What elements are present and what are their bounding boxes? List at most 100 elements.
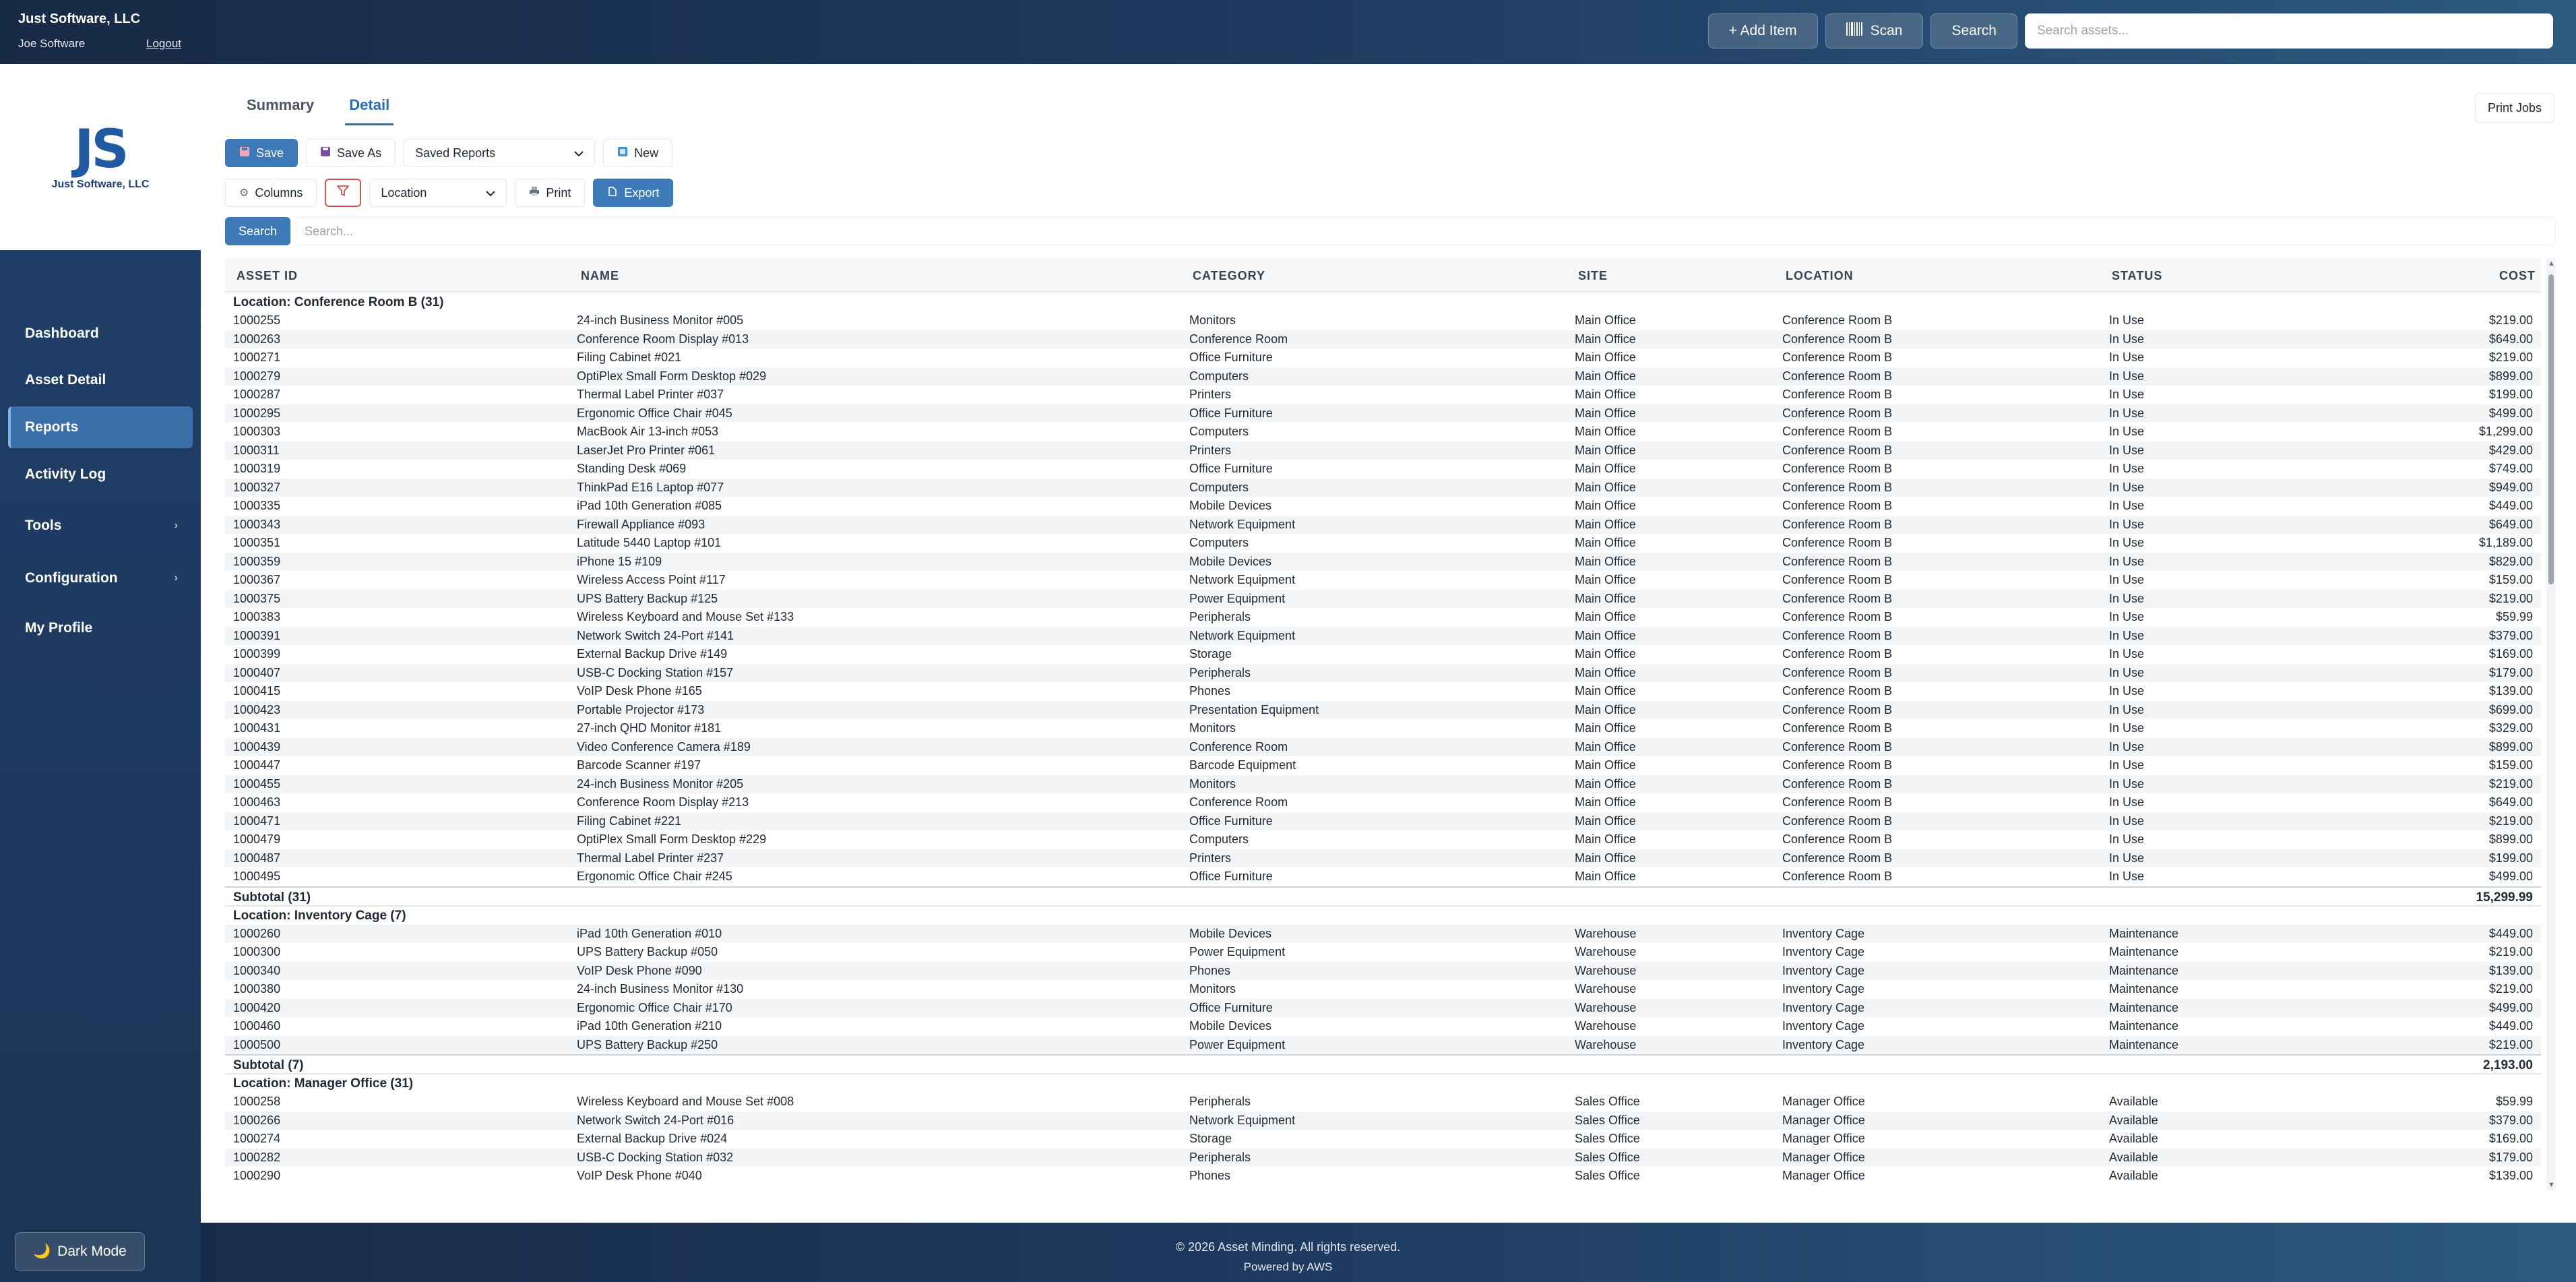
table-row[interactable]: 1000300 UPS Battery Backup #050 Power Equi… <box>225 943 2541 962</box>
table-row[interactable]: 1000255 24-inch Business Monitor #005 Moni… <box>225 311 2541 330</box>
table-row[interactable]: 1000290 VoIP Desk Phone #040 Phones Sales O… <box>225 1167 2541 1186</box>
table-row[interactable]: 1000455 24-inch Business Monitor #205 Moni… <box>225 774 2541 793</box>
dark-mode-toggle[interactable]: 🌙 Dark Mode <box>15 1232 145 1271</box>
table-row[interactable]: 1000343 Firewall Appliance #093 Network Eq… <box>225 515 2541 534</box>
report-search-input[interactable] <box>296 217 2556 245</box>
category-cell: Presentation Equipment <box>1189 702 1319 716</box>
cost-cell: $499.00 <box>2488 406 2533 420</box>
chevron-down-icon <box>486 186 496 200</box>
status-cell: Maintenance <box>2109 963 2179 977</box>
table-row[interactable]: 1000266 Network Switch 24-Port #016 Networ… <box>225 1111 2541 1130</box>
save-as-button[interactable]: Save As <box>306 139 396 167</box>
category-cell: Power Equipment <box>1189 945 1286 958</box>
table-row[interactable]: 1000383 Wireless Keyboard and Mouse Set #… <box>225 608 2541 627</box>
category-cell: Computers <box>1189 425 1249 438</box>
table-row[interactable]: 1000263 Conference Room Display #013 Confe… <box>225 330 2541 348</box>
saved-reports-select[interactable]: Saved Reports <box>404 139 596 167</box>
sidebar-item-dashboard[interactable]: Dashboard <box>8 313 193 355</box>
print-button[interactable]: Print <box>515 179 586 207</box>
table-row[interactable]: 1000287 Thermal Label Printer #037 Printer… <box>225 386 2541 404</box>
table-scrollbar[interactable]: ▲ ▼ <box>2546 258 2556 1190</box>
status-cell: In Use <box>2109 536 2145 549</box>
scroll-up-icon[interactable]: ▲ <box>2548 260 2555 268</box>
table-row[interactable]: 1000282 USB-C Docking Station #032 Periphe… <box>225 1148 2541 1167</box>
column-header-cost[interactable]: COST <box>2499 258 2536 292</box>
status-cell: Maintenance <box>2109 1000 2179 1014</box>
columns-button[interactable]: ⚙ Columns <box>225 179 317 207</box>
sidebar-item-reports[interactable]: Reports <box>8 406 193 448</box>
table-row[interactable]: 1000407 USB-C Docking Station #157 Periphe… <box>225 663 2541 682</box>
save-button[interactable]: Save <box>225 139 299 167</box>
tab-detail[interactable]: Detail <box>345 91 394 125</box>
sidebar-item-configuration[interactable]: Configuration › <box>8 557 193 599</box>
save-icon <box>239 146 250 160</box>
table-row[interactable]: 1000439 Video Conference Camera #189 Confe… <box>225 737 2541 756</box>
table-row[interactable]: 1000327 ThinkPad E16 Laptop #077 Computers… <box>225 478 2541 497</box>
save-as-icon <box>320 146 331 160</box>
table-row[interactable]: 1000303 MacBook Air 13-inch #053 Computers… <box>225 423 2541 441</box>
location-cell: Conference Room B <box>1782 332 1893 346</box>
column-header-asset-id[interactable]: ASSET ID <box>237 258 298 292</box>
table-row[interactable]: 1000479 OptiPlex Small Form Desktop #229 C… <box>225 830 2541 849</box>
table-row[interactable]: 1000367 Wireless Access Point #117 Network… <box>225 571 2541 590</box>
top-search-button[interactable]: Search <box>1930 13 2017 49</box>
table-row[interactable]: 1000460 iPad 10th Generation #210 Mobile D… <box>225 1017 2541 1036</box>
table-row[interactable]: 1000274 External Backup Drive #024 Storage… <box>225 1130 2541 1149</box>
add-item-button[interactable]: + Add Item <box>1707 13 1818 49</box>
table-row[interactable]: 1000423 Portable Projector #173 Presentati… <box>225 700 2541 719</box>
group-by-select[interactable]: Location <box>369 179 507 207</box>
table-row[interactable]: 1000258 Wireless Keyboard and Mouse Set #… <box>225 1093 2541 1111</box>
table-row[interactable]: 1000375 UPS Battery Backup #125 Power Equi… <box>225 589 2541 608</box>
table-row[interactable]: 1000471 Filing Cabinet #221 Office Furnitu… <box>225 812 2541 830</box>
table-row[interactable]: 1000495 Ergonomic Office Chair #245 Office… <box>225 867 2541 886</box>
new-report-button[interactable]: New <box>603 139 673 167</box>
scroll-thumb[interactable] <box>2548 274 2554 584</box>
table-row[interactable]: 1000391 Network Switch 24-Port #141 Networ… <box>225 626 2541 645</box>
table-row[interactable]: 1000260 iPad 10th Generation #010 Mobile D… <box>225 924 2541 943</box>
table-row[interactable]: 1000447 Barcode Scanner #197 Barcode Equip… <box>225 756 2541 775</box>
filter-button[interactable] <box>325 179 362 207</box>
name-cell: Thermal Label Printer #237 <box>577 851 724 865</box>
table-row[interactable]: 1000380 24-inch Business Monitor #130 Moni… <box>225 980 2541 999</box>
print-jobs-button[interactable]: Print Jobs <box>2474 93 2554 123</box>
export-button[interactable]: Export <box>593 179 674 207</box>
asset-search-input[interactable] <box>2025 13 2553 49</box>
column-header-site[interactable]: SITE <box>1578 258 1608 292</box>
scroll-down-icon[interactable]: ▼ <box>2548 1181 2555 1189</box>
location-cell: Conference Room B <box>1782 721 1893 735</box>
sidebar-item-my-profile[interactable]: My Profile <box>8 607 193 649</box>
location-cell: Conference Room B <box>1782 443 1893 457</box>
table-row[interactable]: 1000415 VoIP Desk Phone #165 Phones Main Of… <box>225 682 2541 701</box>
column-header-status[interactable]: STATUS <box>2112 258 2162 292</box>
table-row[interactable]: 1000420 Ergonomic Office Chair #170 Office… <box>225 998 2541 1017</box>
logout-link[interactable]: Logout <box>146 37 181 51</box>
table-row[interactable]: 1000463 Conference Room Display #213 Confe… <box>225 793 2541 812</box>
column-header-location[interactable]: LOCATION <box>1786 258 1854 292</box>
table-row[interactable]: 1000319 Standing Desk #069 Office Furnitur… <box>225 460 2541 479</box>
table-row[interactable]: 1000311 LaserJet Pro Printer #061 Printers… <box>225 441 2541 460</box>
site-cell: Main Office <box>1575 851 1636 865</box>
cost-cell: $649.00 <box>2488 517 2533 531</box>
table-row[interactable]: 1000500 UPS Battery Backup #250 Power Equi… <box>225 1035 2541 1054</box>
table-row[interactable]: 1000399 External Backup Drive #149 Storage… <box>225 645 2541 664</box>
table-row[interactable]: 1000359 iPhone 15 #109 Mobile Devices Main … <box>225 552 2541 571</box>
table-row[interactable]: 1000431 27-inch QHD Monitor #181 Monitors M… <box>225 719 2541 738</box>
table-row[interactable]: 1000295 Ergonomic Office Chair #045 Office… <box>225 404 2541 423</box>
table-row[interactable]: 1000271 Filing Cabinet #021 Office Furnitu… <box>225 348 2541 367</box>
tab-summary[interactable]: Summary <box>243 91 318 125</box>
table-row[interactable]: 1000335 iPad 10th Generation #085 Mobile D… <box>225 497 2541 516</box>
sidebar-item-asset-detail[interactable]: Asset Detail <box>8 359 193 401</box>
table-row[interactable]: 1000279 OptiPlex Small Form Desktop #029 C… <box>225 367 2541 386</box>
table-row[interactable]: 1000487 Thermal Label Printer #237 Printer… <box>225 849 2541 867</box>
table-row[interactable]: 1000351 Latitude 5440 Laptop #101 Computer… <box>225 534 2541 553</box>
column-header-category[interactable]: CATEGORY <box>1193 258 1265 292</box>
footer: © 2026 Asset Minding. All rights reserve… <box>0 1223 2576 1282</box>
scan-button[interactable]: Scan <box>1825 13 1924 49</box>
status-cell: In Use <box>2109 814 2145 828</box>
gear-icon: ⚙ <box>239 187 249 199</box>
sidebar-item-tools[interactable]: Tools › <box>8 505 193 547</box>
table-row[interactable]: 1000340 VoIP Desk Phone #090 Phones Warehou… <box>225 961 2541 980</box>
column-header-name[interactable]: NAME <box>581 258 619 292</box>
sidebar-item-activity-log[interactable]: Activity Log <box>8 454 193 495</box>
report-search-button[interactable]: Search <box>225 217 291 245</box>
